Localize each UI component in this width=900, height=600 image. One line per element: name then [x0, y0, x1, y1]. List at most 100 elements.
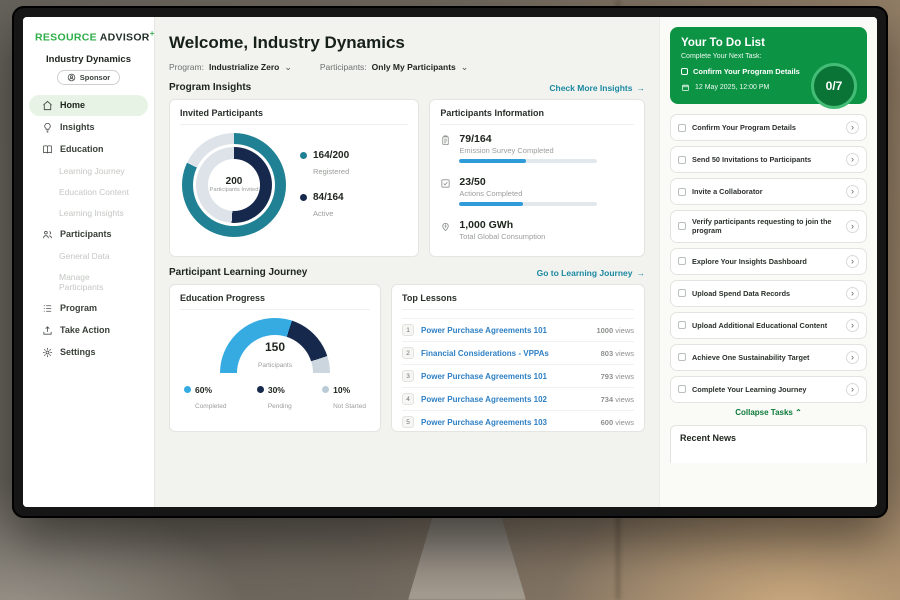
go-to-learning-journey-link[interactable]: Go to Learning Journey →: [537, 268, 645, 278]
info-progress-fill: [459, 159, 525, 163]
lesson-link[interactable]: Financial Considerations - VPPAs: [421, 349, 594, 358]
lesson-row[interactable]: 1 Power Purchase Agreements 101 1000 vie…: [402, 318, 634, 341]
lesson-link[interactable]: Power Purchase Agreements 102: [421, 395, 594, 404]
task-row[interactable]: Complete Your Learning Journey ›: [670, 376, 867, 403]
lesson-row[interactable]: 4 Power Purchase Agreements 102 734 view…: [402, 387, 634, 410]
sidebar-item-participants[interactable]: Participants: [29, 224, 148, 245]
info-progress-fill: [459, 202, 522, 206]
sidebar-item-education-content[interactable]: Education Content: [29, 182, 148, 202]
task-checkbox[interactable]: [678, 188, 686, 196]
calendar-icon: [681, 83, 690, 92]
lesson-rank: 4: [402, 393, 414, 405]
collapse-caret-icon: ⌃: [795, 408, 802, 417]
invited-participants-card: Invited Participants 200 Participants In…: [169, 99, 419, 257]
sidebar-item-settings[interactable]: Settings: [29, 342, 148, 363]
chevron-right-icon[interactable]: ›: [846, 383, 859, 396]
task-checkbox[interactable]: [678, 222, 686, 230]
lesson-link[interactable]: Power Purchase Agreements 103: [421, 418, 594, 427]
chevron-right-icon[interactable]: ›: [846, 121, 859, 134]
task-checkbox[interactable]: [681, 68, 688, 75]
lesson-link[interactable]: Power Purchase Agreements 101: [421, 326, 589, 335]
task-row[interactable]: Invite a Collaborator ›: [670, 178, 867, 205]
sidebar: RESOURCE ADVISOR+ Industry Dynamics Spon…: [23, 17, 155, 507]
progress-badge: 0/7: [811, 63, 857, 109]
task-checkbox[interactable]: [678, 124, 686, 132]
list-icon: [42, 303, 53, 314]
sidebar-item-learning-journey[interactable]: Learning Journey: [29, 161, 148, 181]
task-row[interactable]: Explore Your Insights Dashboard ›: [670, 248, 867, 275]
chevron-down-icon[interactable]: ⌄: [284, 65, 292, 70]
legend-dot: [184, 386, 191, 393]
task-checkbox[interactable]: [678, 385, 686, 393]
legend-registered: 164/200Registered: [300, 150, 349, 179]
lesson-views: 1000 views: [596, 326, 634, 335]
task-checkbox[interactable]: [678, 257, 686, 265]
next-task-row[interactable]: Confirm Your Program Details: [681, 67, 811, 76]
sponsor-icon: [67, 73, 76, 82]
monitor-bezel: RESOURCE ADVISOR+ Industry Dynamics Spon…: [12, 6, 888, 518]
invited-donut-chart: 200 Participants Invited: [182, 133, 286, 237]
checklist-icon: [440, 178, 451, 189]
education-gauge-chart: 150 Participants: [220, 318, 330, 373]
task-row[interactable]: Upload Spend Data Records ›: [670, 280, 867, 307]
legend-dot: [300, 194, 307, 201]
check-more-insights-link[interactable]: Check More Insights →: [549, 83, 645, 93]
background: RESOURCE ADVISOR+ Industry Dynamics Spon…: [0, 0, 900, 600]
participants-filter[interactable]: Participants: Only My Participants ⌄: [320, 62, 468, 72]
upload-action-icon: [42, 325, 53, 336]
task-row[interactable]: Upload Additional Educational Content ›: [670, 312, 867, 339]
lesson-rank: 3: [402, 370, 414, 382]
org-name: Industry Dynamics: [23, 54, 154, 65]
energy-pin-icon: [440, 221, 451, 232]
chevron-right-icon[interactable]: ›: [846, 153, 859, 166]
people-icon: [42, 229, 53, 240]
donut-center-label: 200 Participants Invited: [208, 159, 260, 211]
participants-information-card: Participants Information 79/164 Emission…: [429, 99, 645, 257]
lesson-views: 734 views: [601, 395, 634, 404]
sidebar-item-program[interactable]: Program: [29, 298, 148, 319]
lesson-row[interactable]: 3 Power Purchase Agreements 101 793 view…: [402, 364, 634, 387]
lesson-views: 600 views: [601, 418, 634, 427]
sponsor-badge[interactable]: Sponsor: [57, 70, 120, 85]
legend-active: 84/164Active: [300, 192, 349, 221]
arrow-right-icon: →: [637, 83, 646, 93]
sidebar-item-take-action[interactable]: Take Action: [29, 320, 148, 341]
chevron-right-icon[interactable]: ›: [846, 319, 859, 332]
chevron-right-icon[interactable]: ›: [846, 185, 859, 198]
lesson-views: 793 views: [601, 372, 634, 381]
lesson-row[interactable]: 2 Financial Considerations - VPPAs 803 v…: [402, 341, 634, 364]
sidebar-item-insights[interactable]: Insights: [29, 117, 148, 138]
chevron-right-icon[interactable]: ›: [846, 351, 859, 364]
chevron-right-icon[interactable]: ›: [846, 255, 859, 268]
task-checkbox[interactable]: [678, 156, 686, 164]
sidebar-item-home[interactable]: Home: [29, 95, 148, 116]
gauge-center-label: 150 Participants: [220, 340, 330, 372]
task-row[interactable]: Achieve One Sustainability Target ›: [670, 344, 867, 371]
task-checkbox[interactable]: [678, 321, 686, 329]
legend-dot: [300, 152, 307, 159]
task-checkbox[interactable]: [678, 353, 686, 361]
program-filter[interactable]: Program: Industrialize Zero ⌄: [169, 62, 292, 72]
sidebar-item-learning-insights[interactable]: Learning Insights: [29, 203, 148, 223]
task-list: Confirm Your Program Details › Send 50 I…: [670, 114, 867, 403]
top-lessons-card: Top Lessons 1 Power Purchase Agreements …: [391, 284, 645, 432]
lesson-link[interactable]: Power Purchase Agreements 101: [421, 372, 594, 381]
main-content: Welcome, Industry Dynamics Program: Indu…: [155, 17, 659, 507]
chevron-right-icon[interactable]: ›: [846, 287, 859, 300]
task-row[interactable]: Verify participants requesting to join t…: [670, 210, 867, 243]
task-row[interactable]: Confirm Your Program Details ›: [670, 114, 867, 141]
gear-icon: [42, 347, 53, 358]
chevron-right-icon[interactable]: ›: [846, 220, 859, 233]
collapse-tasks-link[interactable]: Collapse Tasks ⌃: [670, 408, 867, 417]
lesson-rank: 1: [402, 324, 414, 336]
sidebar-item-education[interactable]: Education: [29, 139, 148, 160]
lesson-row[interactable]: 5 Power Purchase Agreements 103 600 view…: [402, 410, 634, 433]
sidebar-item-general-data[interactable]: General Data: [29, 246, 148, 266]
sidebar-item-manage-participants[interactable]: Manage Participants: [29, 267, 148, 297]
lightbulb-icon: [42, 122, 53, 133]
task-checkbox[interactable]: [678, 289, 686, 297]
legend-completed: 60%Completed: [184, 385, 226, 413]
todo-title: Your To Do List: [681, 37, 856, 49]
chevron-down-icon[interactable]: ⌄: [461, 65, 469, 70]
task-row[interactable]: Send 50 Invitations to Participants ›: [670, 146, 867, 173]
